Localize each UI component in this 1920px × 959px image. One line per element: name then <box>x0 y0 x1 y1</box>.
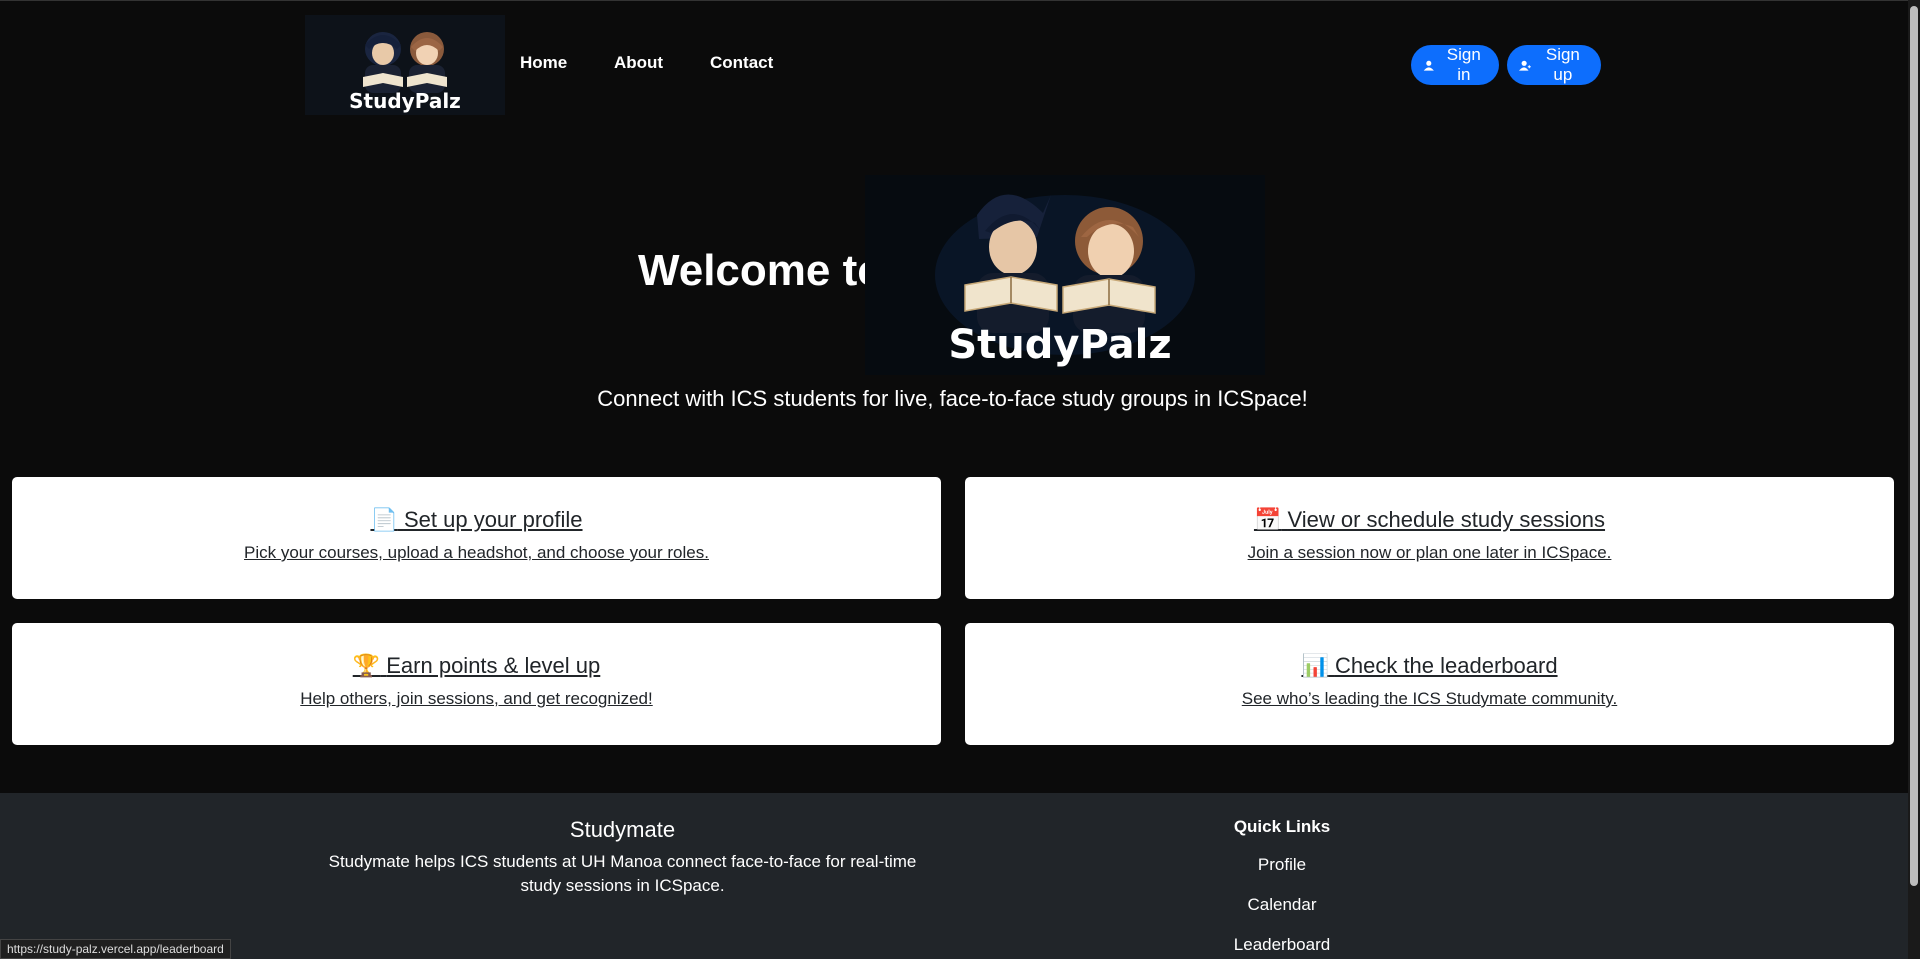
link-status-url: https://study-palz.vercel.app/leaderboar… <box>0 939 231 959</box>
quick-link-profile[interactable]: Profile <box>1182 855 1382 875</box>
quick-links-heading: Quick Links <box>1233 817 1331 836</box>
nav-about-link[interactable]: About <box>614 53 663 73</box>
card-title[interactable]: 📅 View or schedule study sessions <box>965 507 1894 533</box>
card-title-text: Set up your profile <box>403 507 583 532</box>
card-setup-profile[interactable]: 📄 Set up your profile Pick your courses,… <box>12 477 941 599</box>
card-description[interactable]: See who’s leading the ICS Studymate comm… <box>965 689 1894 709</box>
scrollbar-thumb[interactable] <box>1910 6 1918 886</box>
nav-contact-link[interactable]: Contact <box>710 53 773 73</box>
hero-logo: StudyPalz <box>865 175 1265 375</box>
trophy-icon: 🏆 <box>352 653 381 678</box>
page: StudyPalz Home About Contact Sign in Sig… <box>0 0 1920 959</box>
card-description[interactable]: Pick your courses, upload a headshot, an… <box>12 543 941 563</box>
navbar: StudyPalz Home About Contact Sign in Sig… <box>0 0 1908 128</box>
hero-title: Welcome to <box>638 246 885 295</box>
card-title-text: Earn points & level up <box>386 653 601 678</box>
quick-link-leaderboard[interactable]: Leaderboard <box>1182 935 1382 955</box>
card-leaderboard[interactable]: 📊 Check the leaderboard See who’s leadin… <box>965 623 1894 745</box>
bar-chart-icon: 📊 <box>1301 653 1329 678</box>
person-icon <box>1423 60 1434 71</box>
card-description[interactable]: Join a session now or plan one later in … <box>965 543 1894 563</box>
card-title-text: View or schedule study sessions <box>1287 507 1606 532</box>
sign-in-label: Sign in <box>1446 45 1481 84</box>
vertical-scrollbar[interactable] <box>1908 0 1920 959</box>
card-title-text: Check the leaderboard <box>1334 653 1558 678</box>
navbar-logo[interactable]: StudyPalz <box>305 15 505 115</box>
hero-logo-wordmark: StudyPalz <box>948 322 1171 368</box>
footer-brand: Studymate <box>569 817 676 842</box>
nav-home-link[interactable]: Home <box>520 53 567 73</box>
card-title[interactable]: 📊 Check the leaderboard <box>965 653 1894 679</box>
card-title[interactable]: 🏆 Earn points & level up <box>12 653 941 679</box>
hero-tagline: Connect with ICS students for live, face… <box>597 386 1308 411</box>
card-description[interactable]: Help others, join sessions, and get reco… <box>12 689 941 709</box>
sign-up-button[interactable]: Sign up <box>1507 45 1601 85</box>
card-study-sessions[interactable]: 📅 View or schedule study sessions Join a… <box>965 477 1894 599</box>
logo-wordmark: StudyPalz <box>349 89 461 113</box>
studypalz-logo-image: StudyPalz <box>305 15 505 115</box>
footer: Studymate Studymate helps ICS students a… <box>0 793 1908 959</box>
sign-up-label: Sign up <box>1545 45 1580 84</box>
person-add-icon <box>1519 60 1531 71</box>
document-icon: 📄 <box>370 507 398 532</box>
studypalz-hero-image: StudyPalz <box>865 175 1265 375</box>
calendar-icon: 📅 <box>1253 507 1282 532</box>
quick-link-calendar[interactable]: Calendar <box>1182 895 1382 915</box>
card-earn-points[interactable]: 🏆 Earn points & level up Help others, jo… <box>12 623 941 745</box>
sign-in-button[interactable]: Sign in <box>1411 45 1499 85</box>
footer-description: Studymate helps ICS students at UH Manoa… <box>328 852 917 895</box>
card-title[interactable]: 📄 Set up your profile <box>12 507 941 533</box>
